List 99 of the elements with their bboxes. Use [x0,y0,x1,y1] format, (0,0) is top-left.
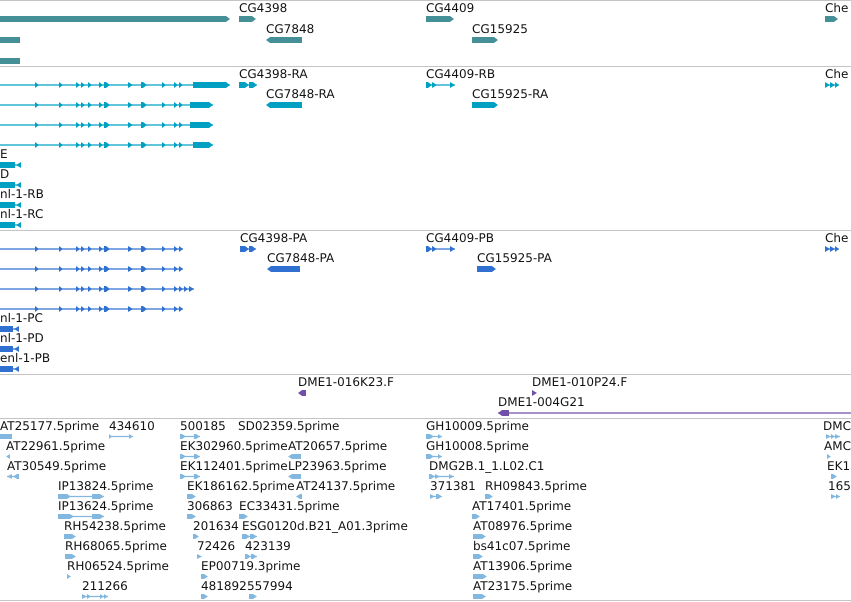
feature-label: DMC [823,419,851,433]
feature-label: AT23175.5prime [473,579,572,593]
feature-label: CG7848 [266,22,314,36]
feature-label: LP23963.5prime [288,459,387,473]
feature-label: AT30549.5prime [7,459,106,473]
feature-label: nl-1-PC [0,311,43,325]
feature-glyph[interactable] [0,222,21,228]
feature-glyph[interactable] [266,102,302,108]
feature-label: AT08976.5prime [473,519,572,533]
feature-label: CG4409-RB [426,67,496,81]
feature-label: RH09843.5prime [485,479,587,493]
feature-label: EP00719.3prime [201,559,300,573]
feature-label: E [0,147,8,161]
feature-glyph[interactable] [0,346,19,352]
feature-label: CG4398-RA [239,67,308,81]
feature-glyph[interactable] [0,326,19,332]
feature-label: DME1-004G21 [498,395,585,409]
feature-glyph[interactable] [472,37,498,43]
feature-glyph[interactable] [239,82,257,88]
feature-glyph[interactable] [825,16,838,22]
feature-label: CG4398-PA [240,231,308,245]
feature-glyph[interactable] [0,182,21,188]
feature-label: 165 [828,479,851,493]
feature-label: GH10008.5prime [426,439,529,453]
feature-glyph[interactable] [426,246,455,252]
feature-label: CG15925-PA [477,251,552,265]
feature-label: 201634 [193,519,239,533]
feature-label: Che [825,231,848,245]
feature-label: CG4409-PB [426,231,494,245]
feature-label: EC33431.5prime [239,499,340,513]
feature-label: AT20657.5prime [288,439,388,453]
feature-label: DMG2B.1_1.L02.C1 [429,459,544,473]
feature-label: RH06524.5prime [67,559,169,573]
feature-label: AT24137.5prime [296,479,396,493]
feature-glyph[interactable] [0,306,183,312]
feature-glyph[interactable] [0,202,21,208]
feature-label: AT25177.5prime [0,419,100,433]
feature-label: Che [825,67,848,81]
feature-label: CG15925 [472,22,528,36]
feature-label: enl-1-PB [0,351,50,365]
feature-label: 211266 [82,579,128,593]
feature-label: RH54238.5prime [64,519,166,533]
feature-label: IP13824.5prime [58,479,154,493]
feature-label: EK302960.5prime [180,439,288,453]
feature-glyph[interactable] [298,390,306,396]
feature-label: CG4409 [426,1,474,15]
feature-label: GH10009.5prime [426,419,529,433]
feature-label: 423139 [245,539,291,553]
feature-label: 306863 [187,499,233,513]
feature-label: 557994 [247,579,293,593]
feature-label: bs41c07.5prime [473,539,570,553]
feature-label: D [0,167,10,181]
feature-label: 371381 [430,479,476,493]
feature-glyph[interactable] [0,142,213,148]
feature-label: AMC [824,439,851,453]
feature-label: nl-1-RB [0,187,44,201]
feature-label: CG4398 [239,1,288,15]
feature-label: DME1-016K23.F [298,375,394,389]
feature-glyph[interactable] [498,410,851,416]
feature-glyph[interactable] [426,16,454,22]
feature-label: EK1 [827,459,850,473]
feature-label: nl-1-RC [0,207,44,221]
feature-glyph[interactable] [0,266,183,272]
feature-label: AT22961.5prime [6,439,106,453]
feature-glyph[interactable] [0,122,213,128]
feature-label: AT13906.5prime [473,559,572,573]
feature-label: 434610 [109,419,155,433]
feature-label: nl-1-PD [0,331,44,345]
feature-glyph[interactable] [0,82,230,88]
feature-glyph[interactable] [0,286,194,292]
feature-glyph[interactable] [0,102,213,108]
feature-label: CG15925-RA [472,87,548,101]
feature-label: RH68065.5prime [65,539,167,553]
feature-label: DME1-010P24.F [532,375,628,389]
feature-glyph[interactable] [426,82,455,88]
feature-glyph[interactable] [825,246,839,252]
feature-label: EK186162.5prime [187,479,295,493]
feature-label: 72426 [197,539,236,553]
feature-label: 481892 [201,579,247,593]
feature-glyph[interactable] [267,266,300,272]
feature-glyph[interactable] [825,82,839,88]
feature-label: Che [825,1,848,15]
feature-glyph[interactable] [477,266,496,272]
feature-glyph[interactable] [240,246,256,252]
feature-label: ESG0120d.B21_A01.3prime [242,519,408,533]
feature-glyph[interactable] [239,16,256,22]
feature-glyph[interactable] [0,366,19,372]
feature-label: 500185 [180,419,226,433]
feature-label: EK112401.5prime [180,459,288,473]
feature-label: SD02359.5prime [238,419,340,433]
feature-label: AT17401.5prime [472,499,572,513]
feature-glyph[interactable] [532,390,537,396]
feature-label: CG7848-RA [266,87,335,101]
feature-glyph[interactable] [266,37,302,43]
feature-glyph[interactable] [0,162,21,168]
feature-label: IP13624.5prime [58,499,154,513]
feature-glyph[interactable] [472,102,498,108]
feature-label: CG7848-PA [267,251,334,265]
feature-glyph[interactable] [0,246,183,252]
